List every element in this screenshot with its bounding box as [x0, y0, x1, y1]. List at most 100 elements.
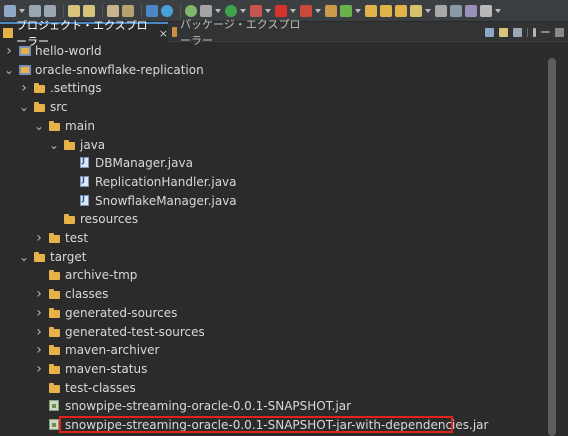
- external-tools-icon[interactable]: [300, 4, 312, 17]
- debug-dropdown-icon[interactable]: [215, 8, 221, 13]
- tree-item[interactable]: snowpipe-streaming-oracle-0.0.1-SNAPSHOT…: [0, 397, 568, 415]
- folder-icon: [49, 326, 61, 338]
- debug-tools-icon[interactable]: [107, 4, 119, 17]
- collapsed-chevron-icon[interactable]: ›: [34, 229, 44, 247]
- coverage-dropdown-icon[interactable]: [265, 8, 271, 13]
- save-all-icon[interactable]: [44, 4, 56, 17]
- open-perspective-icon[interactable]: [480, 4, 492, 17]
- maximize-icon[interactable]: [555, 27, 564, 37]
- tree-item[interactable]: › hello-world: [0, 42, 544, 60]
- collapsed-chevron-icon[interactable]: ›: [19, 79, 29, 97]
- tree-item[interactable]: › generated-test-sources: [0, 323, 568, 341]
- run-icon[interactable]: [225, 4, 237, 17]
- tree-item[interactable]: ⌄ oracle-snowflake-replication: [0, 61, 544, 79]
- tree-item-label: classes: [65, 287, 109, 302]
- folder-icon: [64, 139, 76, 151]
- minimize-icon[interactable]: [541, 31, 550, 33]
- collapsed-chevron-icon[interactable]: ›: [34, 341, 44, 359]
- tree-item[interactable]: › test: [0, 229, 568, 247]
- eclipse-window: プロジェクト・エクスプローラー × パッケージ・エクスプローラー › hello-…: [0, 0, 568, 436]
- tab-project-explorer[interactable]: プロジェクト・エクスプローラー ×: [0, 19, 168, 48]
- tab-package-explorer[interactable]: パッケージ・エクスプローラー: [168, 18, 308, 47]
- pencil-icon[interactable]: [410, 4, 422, 17]
- new-java-project-icon[interactable]: [325, 4, 337, 17]
- tree-item[interactable]: › classes: [0, 285, 568, 303]
- project-tree: › hello-world ⌄ oracle-snowflake-replicatio…: [0, 42, 540, 436]
- annotation-dropdown-icon[interactable]: [425, 8, 431, 13]
- tree-item[interactable]: ⌄ java: [0, 136, 568, 154]
- tree-item-label: maven-archiver: [65, 343, 160, 358]
- folder-icon: [49, 307, 61, 319]
- sync-icon[interactable]: [450, 4, 462, 17]
- new-icon[interactable]: [4, 4, 16, 17]
- folder-icon: [49, 269, 61, 281]
- stop-icon[interactable]: [275, 4, 287, 17]
- tree-item[interactable]: ReplicationHandler.java: [0, 173, 568, 191]
- tree-item-label: resources: [80, 212, 139, 227]
- view-menu-icon[interactable]: [533, 27, 536, 37]
- tree-item[interactable]: SnowflakeManager.java: [0, 192, 568, 210]
- history-icon[interactable]: [465, 4, 477, 17]
- vertical-scrollbar[interactable]: [547, 42, 557, 436]
- tree-item[interactable]: › .settings: [0, 79, 559, 97]
- tree-item-label: archive-tmp: [65, 268, 138, 283]
- save-icon[interactable]: [29, 4, 41, 17]
- redo-icon[interactable]: [83, 4, 95, 17]
- build-icon[interactable]: [122, 4, 134, 17]
- expanded-chevron-icon[interactable]: ⌄: [49, 136, 59, 154]
- folder-icon: [49, 363, 61, 375]
- tree-item[interactable]: › generated-sources: [0, 304, 568, 322]
- open-folder-icon[interactable]: [365, 4, 377, 17]
- tree-item[interactable]: › maven-status: [0, 360, 568, 378]
- folder-icon: [49, 120, 61, 132]
- tree-item-label: ReplicationHandler.java: [95, 174, 237, 189]
- new-java-class-icon[interactable]: [340, 4, 352, 17]
- tree-item-label: snowpipe-streaming-oracle-0.0.1-SNAPSHOT…: [65, 399, 352, 414]
- tree-item[interactable]: DBManager.java: [0, 154, 568, 172]
- project-explorer-icon: [3, 28, 13, 38]
- close-icon[interactable]: ×: [159, 27, 168, 40]
- filter-icon[interactable]: [513, 27, 522, 37]
- external-tools-dropdown-icon[interactable]: [315, 8, 321, 13]
- debug-icon[interactable]: [200, 4, 212, 17]
- toolbar-separator: [102, 3, 103, 18]
- tree-item[interactable]: resources: [0, 210, 568, 228]
- skip-breakpoints-icon[interactable]: [185, 4, 197, 17]
- collapse-all-icon[interactable]: [485, 27, 494, 37]
- project-icon: [19, 64, 31, 76]
- tree-item[interactable]: archive-tmp: [0, 266, 568, 284]
- tree-item[interactable]: ⌄ main: [0, 117, 568, 135]
- expanded-chevron-icon[interactable]: ⌄: [34, 117, 44, 135]
- console-icon[interactable]: [146, 4, 158, 17]
- scrollbar-thumb[interactable]: [548, 58, 556, 436]
- tree-item[interactable]: › maven-archiver: [0, 341, 568, 359]
- collapsed-chevron-icon[interactable]: ›: [34, 323, 44, 341]
- open-task-icon[interactable]: [395, 4, 407, 17]
- search-icon[interactable]: [161, 4, 173, 17]
- java-file-icon: [79, 194, 91, 207]
- tree-item[interactable]: snowpipe-streaming-oracle-0.0.1-SNAPSHOT…: [0, 416, 568, 434]
- tree-item[interactable]: ⌄ target: [0, 248, 559, 266]
- folder-icon: [49, 382, 61, 394]
- collapsed-chevron-icon[interactable]: ›: [4, 42, 14, 60]
- run-dropdown-icon[interactable]: [240, 8, 246, 13]
- tree-item[interactable]: ⌄ src: [0, 98, 559, 116]
- expanded-chevron-icon[interactable]: ⌄: [19, 248, 29, 266]
- expanded-chevron-icon[interactable]: ⌄: [19, 98, 29, 116]
- coverage-icon[interactable]: [250, 4, 262, 17]
- collapsed-chevron-icon[interactable]: ›: [34, 304, 44, 322]
- new-dropdown-icon[interactable]: [19, 8, 25, 13]
- expanded-chevron-icon[interactable]: ⌄: [4, 61, 14, 79]
- undo-icon[interactable]: [68, 4, 80, 17]
- link-with-editor-icon[interactable]: [499, 27, 508, 37]
- view-tab-bar: プロジェクト・エクスプローラー × パッケージ・エクスプローラー: [0, 18, 568, 48]
- folder-icon: [34, 82, 46, 94]
- new-class-dropdown-icon[interactable]: [355, 8, 361, 13]
- stop-dropdown-icon[interactable]: [290, 8, 296, 13]
- tree-item[interactable]: test-classes: [0, 379, 568, 397]
- collapsed-chevron-icon[interactable]: ›: [34, 360, 44, 378]
- open-type-icon[interactable]: [380, 4, 392, 17]
- perspective-icon[interactable]: [435, 4, 447, 17]
- perspective-dropdown-icon[interactable]: [495, 8, 501, 13]
- collapsed-chevron-icon[interactable]: ›: [34, 285, 44, 303]
